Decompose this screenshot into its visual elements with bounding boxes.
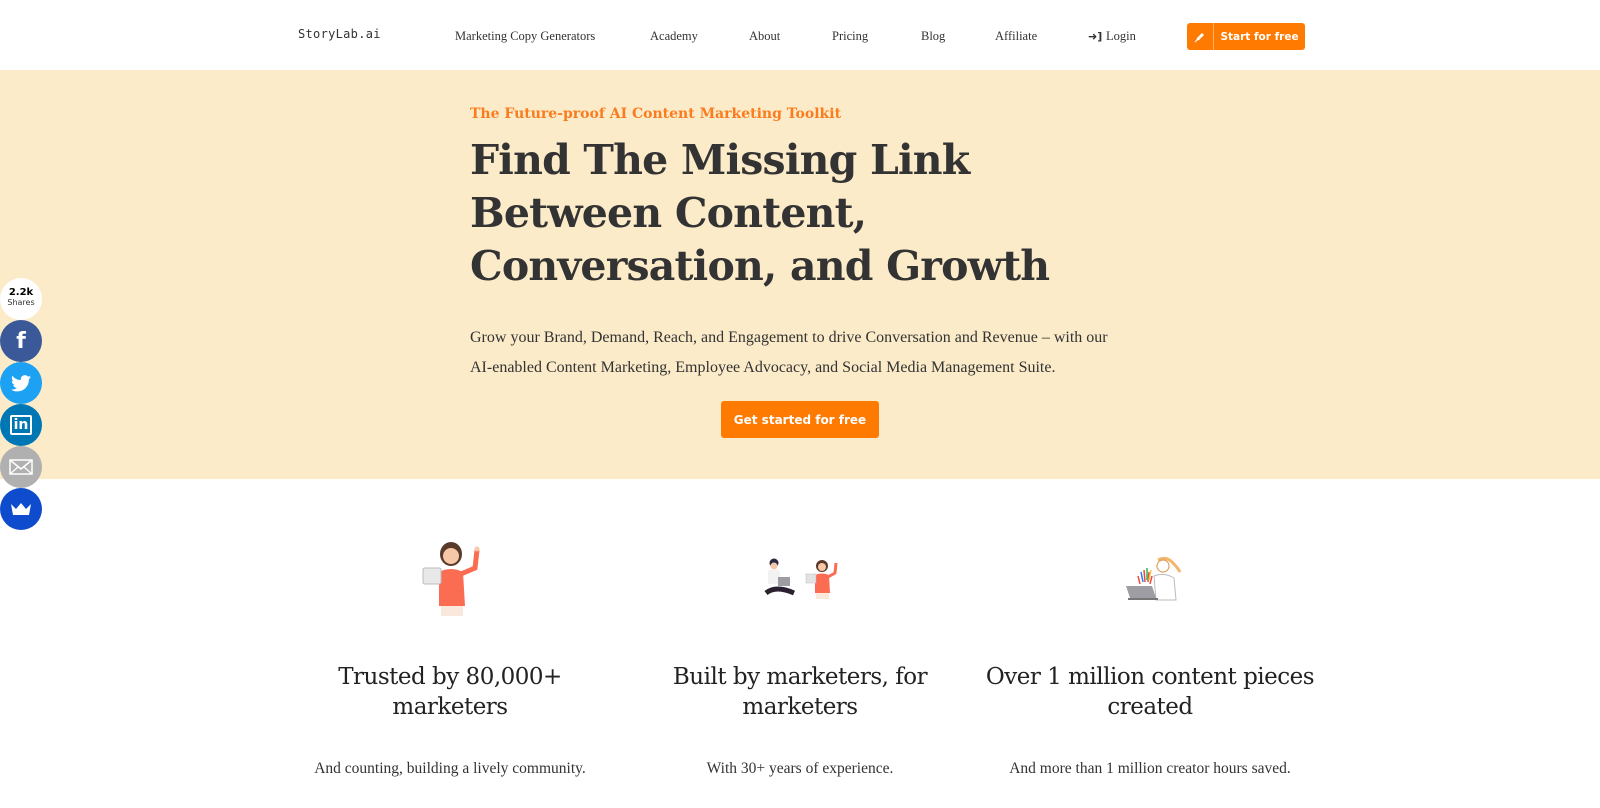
pen-icon (1187, 23, 1214, 50)
main-nav: Marketing Copy Generators Academy About … (0, 0, 1600, 70)
feature-description: And more than 1 million creator hours sa… (1009, 760, 1291, 777)
nav-blog[interactable]: Blog (921, 29, 945, 44)
share-count: 2.2k Shares (0, 278, 42, 320)
creator-with-laptop-illustration (985, 540, 1315, 618)
share-count-number: 2.2k (8, 287, 34, 298)
nav-marketing-copy-generators[interactable]: Marketing Copy Generators (455, 29, 595, 44)
crown-icon (11, 503, 31, 515)
nav-login[interactable]: ➜] Login (1088, 29, 1136, 44)
start-for-free-button[interactable]: Start for free (1187, 23, 1305, 50)
hero-section: The Future-proof AI Content Marketing To… (0, 70, 1600, 479)
social-share-rail: 2.2k Shares f in (0, 278, 42, 530)
hero-eyebrow: The Future-proof AI Content Marketing To… (470, 106, 842, 122)
share-twitter-button[interactable] (0, 362, 42, 404)
feature-title: Trusted by 80,000+ marketers (338, 664, 562, 720)
facebook-icon: f (16, 328, 26, 354)
feature-title: Built by marketers, for marketers (672, 664, 928, 720)
login-label: Login (1106, 29, 1136, 43)
share-email-button[interactable] (0, 446, 42, 488)
share-count-label: Shares (7, 298, 35, 307)
nav-academy[interactable]: Academy (650, 29, 698, 44)
feature-title: Over 1 million content pieces created (985, 664, 1315, 720)
login-icon: ➜] (1088, 30, 1103, 43)
get-started-button[interactable]: Get started for free (721, 401, 879, 438)
hero-subtext: Grow your Brand, Demand, Reach, and Enga… (470, 329, 1108, 376)
woman-with-laptop-illustration (285, 540, 615, 618)
feature-description: With 30+ years of experience. (706, 760, 894, 777)
start-for-free-label: Start for free (1220, 30, 1299, 43)
hero-headline: Find The Missing Link Between Content, C… (470, 136, 1050, 290)
site-header: StoryLab.ai Marketing Copy Generators Ac… (0, 0, 1600, 70)
two-marketers-with-laptops-illustration (635, 540, 965, 618)
feature-card: Built by marketers, for marketers With 3… (635, 540, 965, 778)
feature-card: Over 1 million content pieces created An… (985, 540, 1315, 778)
nav-pricing[interactable]: Pricing (832, 29, 868, 44)
share-sumo-button[interactable] (0, 488, 42, 530)
email-icon (9, 459, 33, 475)
feature-description: And counting, building a lively communit… (314, 760, 586, 777)
nav-about[interactable]: About (749, 29, 780, 44)
share-facebook-button[interactable]: f (0, 320, 42, 362)
nav-affiliate[interactable]: Affiliate (995, 29, 1037, 44)
twitter-icon (11, 374, 31, 391)
feature-card: Trusted by 80,000+ marketers And countin… (285, 540, 615, 778)
linkedin-icon: in (9, 415, 33, 435)
share-linkedin-button[interactable]: in (0, 404, 42, 446)
